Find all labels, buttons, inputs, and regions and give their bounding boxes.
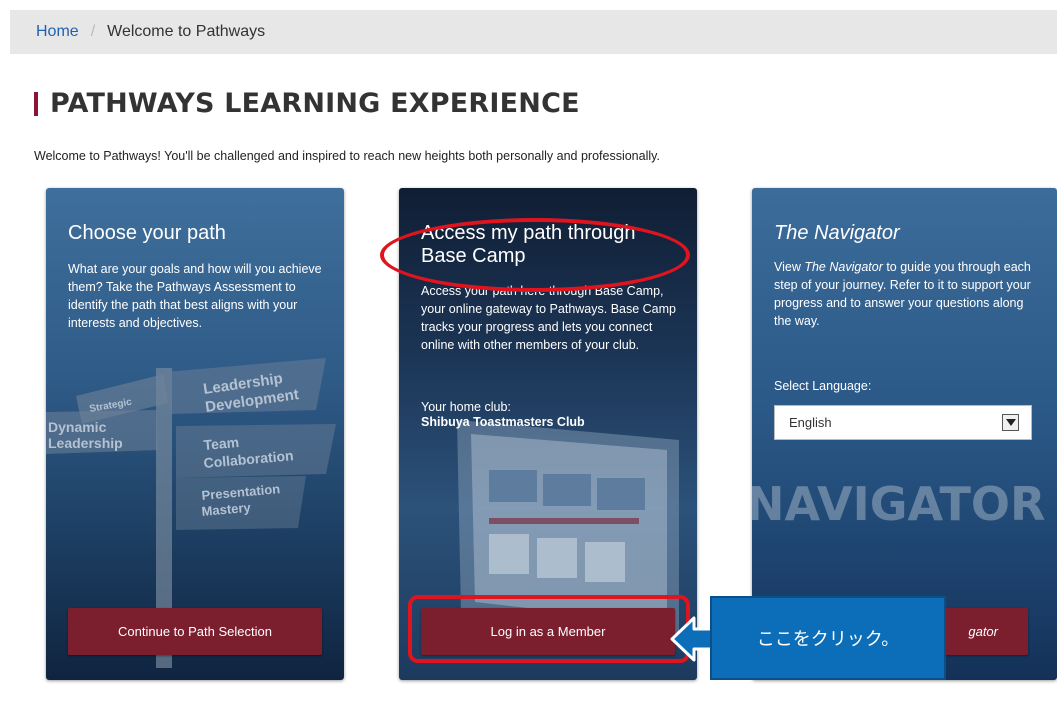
breadcrumb-home-link[interactable]: Home	[36, 23, 79, 41]
card-navigator-body: View The Navigator to guide you through …	[774, 258, 1036, 330]
click-here-callout: ここをクリック。	[710, 596, 946, 680]
intro-text: Welcome to Pathways! You'll be challenge…	[34, 149, 660, 163]
breadcrumb-separator: /	[90, 23, 96, 40]
card-navigator-heading: The Navigator	[774, 222, 900, 244]
language-select[interactable]: English	[774, 405, 1032, 440]
card-choose-heading: Choose your path	[68, 222, 226, 244]
home-club-label: Your home club:	[421, 400, 511, 414]
page-title: PATHWAYS LEARNING EXPERIENCE	[34, 88, 580, 119]
signpost-text-leadership-2: Leadership	[48, 435, 123, 451]
home-club-info: Your home club: Shibuya Toastmasters Clu…	[421, 400, 585, 430]
language-selected-value: English	[789, 415, 832, 430]
page-title-text: PATHWAYS LEARNING EXPERIENCE	[50, 88, 580, 119]
chevron-down-icon[interactable]	[1002, 414, 1019, 431]
navigator-watermark-text: NAVIGATOR	[752, 477, 1045, 531]
breadcrumb-current: Welcome to Pathways	[107, 23, 266, 40]
highlight-ellipse	[380, 218, 690, 292]
card-choose-path: Strategic Leadership Development Dynamic…	[46, 188, 344, 680]
select-language-label: Select Language:	[774, 379, 872, 393]
breadcrumb: Home / Welcome to Pathways	[10, 10, 1057, 54]
home-club-name: Shibuya Toastmasters Club	[421, 415, 585, 429]
signpost-text-dynamic: Dynamic	[48, 419, 107, 435]
card-choose-body: What are your goals and how will you ach…	[68, 262, 322, 330]
title-accent-bar	[34, 91, 38, 116]
signpost-text-team: Team	[203, 434, 240, 453]
continue-to-path-selection-button[interactable]: Continue to Path Selection	[68, 608, 322, 655]
highlight-rectangle	[408, 595, 690, 663]
navigator-body-prefix: View	[774, 260, 805, 274]
navigator-body-italic: The Navigator	[804, 260, 883, 274]
arrow-left-icon	[670, 616, 716, 662]
card-access-body: Access your path here through Base Camp,…	[421, 284, 676, 352]
